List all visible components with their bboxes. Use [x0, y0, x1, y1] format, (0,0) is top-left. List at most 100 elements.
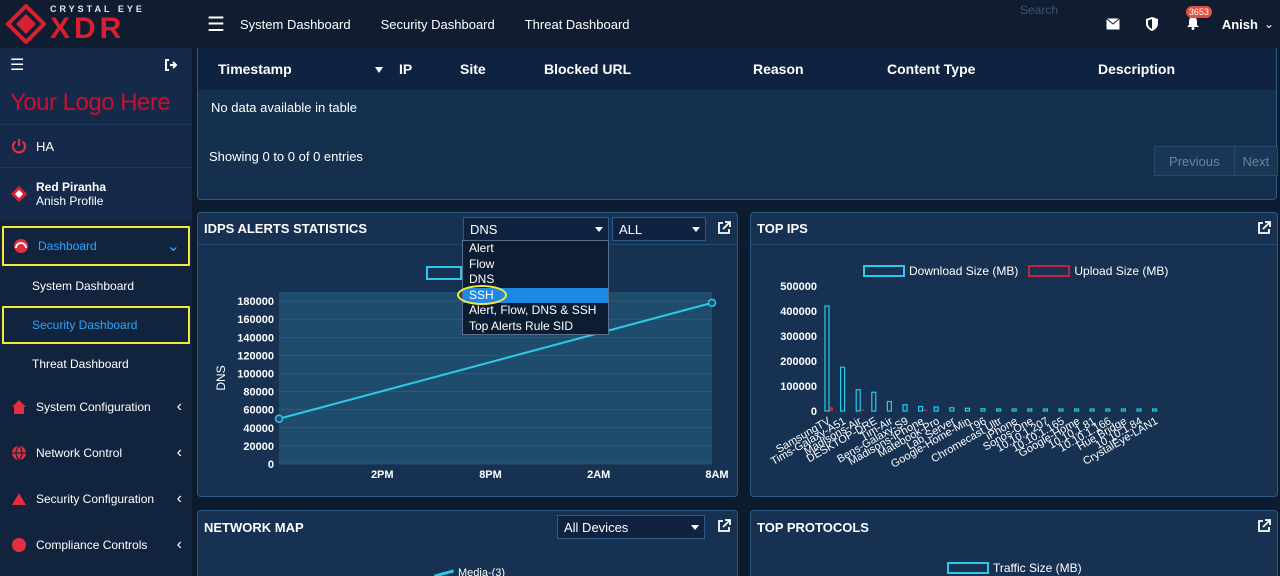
option-top-alerts-rule-sid[interactable]: Top Alerts Rule SID [463, 319, 608, 335]
user-name[interactable]: Anish [1222, 17, 1258, 32]
sidebar-tools: ☰ [0, 48, 192, 82]
download-bar [902, 404, 908, 412]
panel-title: NETWORK MAP [204, 519, 304, 535]
download-bar [871, 391, 877, 412]
alert-type-dropdown: Alert Flow DNS SSH Alert, Flow, DNS & SS… [457, 240, 609, 335]
column-header-timestamp[interactable]: Timestamp [218, 61, 292, 77]
download-bar [1027, 408, 1033, 412]
x-tick-label: 8AM [705, 469, 728, 481]
sidebar-item-dashboard[interactable]: Dashboard ⌄ [2, 226, 190, 266]
globe-icon [10, 444, 28, 462]
external-link-icon[interactable] [717, 221, 731, 235]
sidebar-item-network-control[interactable]: Network Control ‹ [0, 430, 192, 476]
option-flow[interactable]: Flow [463, 257, 608, 273]
y-tick-label: 140000 [237, 332, 274, 344]
sidebar-subitem-system-dashboard[interactable]: System Dashboard [0, 266, 192, 306]
external-link-icon[interactable] [717, 519, 731, 533]
top-right-tools: 3653 Anish ⌄ [1105, 0, 1274, 48]
y-tick-label: 160000 [237, 314, 274, 326]
y-tick-label: 180000 [237, 296, 274, 308]
download-bar [980, 408, 986, 412]
column-header-content-type[interactable]: Content Type [887, 61, 975, 77]
download-bar [1152, 408, 1158, 412]
bell-icon [1186, 16, 1199, 30]
top-protocols-legend: Traffic Size (MB) [947, 561, 1082, 575]
tab-security-dashboard[interactable]: Security Dashboard [381, 17, 495, 32]
column-header-description[interactable]: Description [1098, 61, 1175, 77]
sidebar-item-system-configuration[interactable]: System Configuration ‹ [0, 384, 192, 430]
scope-value: ALL [619, 221, 643, 237]
download-bar [824, 305, 830, 412]
brand-main-text: XDR [50, 12, 126, 45]
legend-swatch-traffic [947, 562, 989, 574]
devices-select[interactable]: All Devices [557, 515, 705, 539]
upload-bar [923, 409, 927, 411]
dashboard-gauge-icon [12, 237, 30, 255]
sidebar-item-label: Compliance Controls [36, 538, 148, 552]
download-bar [1120, 408, 1126, 412]
y-tick-label: 0 [811, 406, 817, 418]
sidebar-subitem-threat-dashboard[interactable]: Threat Dashboard [0, 344, 192, 384]
devices-select-value: All Devices [564, 519, 629, 535]
panel-title: IDPS ALERTS STATISTICS [204, 221, 367, 236]
top-navbar: ☰ System Dashboard Security Dashboard Th… [192, 0, 1280, 48]
mail-icon[interactable] [1105, 18, 1120, 30]
column-header-site[interactable]: Site [460, 61, 486, 77]
pagination: Previous Next [1154, 146, 1278, 176]
y-tick-label: 80000 [243, 387, 274, 399]
tab-threat-dashboard[interactable]: Threat Dashboard [525, 17, 630, 32]
chevron-down-icon: ⌄ [166, 238, 180, 255]
option-alert-flow-dns-ssh[interactable]: Alert, Flow, DNS & SSH [463, 303, 608, 319]
y-tick-label: 400000 [780, 306, 817, 318]
hamburger-menu-icon[interactable]: ☰ [192, 12, 240, 37]
caret-down-icon [691, 525, 699, 530]
option-alert[interactable]: Alert [463, 241, 608, 257]
column-header-reason[interactable]: Reason [753, 61, 804, 77]
download-bar [1058, 408, 1064, 412]
sidebar-item-security-configuration[interactable]: Security Configuration ‹ [0, 476, 192, 522]
list-icon[interactable]: ☰ [10, 55, 24, 75]
sidebar-item-label: System Configuration [36, 400, 151, 414]
chevron-down-icon[interactable]: ⌄ [1264, 17, 1274, 31]
y-tick-label: 120000 [237, 350, 274, 362]
table-empty-message: No data available in table [211, 100, 357, 115]
chevron-left-icon: ‹ [176, 398, 182, 415]
sidebar-item-compliance-controls[interactable]: Compliance Controls ‹ [0, 522, 192, 568]
legend-label-media: Media-(3) [458, 567, 506, 576]
column-header-ip[interactable]: IP [399, 61, 412, 77]
scope-select[interactable]: ALL [612, 217, 706, 241]
power-icon [10, 137, 28, 155]
x-tick-label: 8PM [479, 469, 502, 481]
external-link-icon[interactable] [1257, 221, 1271, 235]
sidebar-item-label: Dashboard [38, 239, 97, 253]
sidebar-item-label: Threat Dashboard [32, 357, 129, 371]
sidebar-item-label: Security Dashboard [32, 318, 138, 332]
notifications-button[interactable]: 3653 [1185, 5, 1212, 33]
sidebar-item-ha[interactable]: HA [0, 124, 192, 168]
download-bar [839, 366, 846, 412]
alert-type-value: DNS [470, 221, 498, 237]
option-ssh[interactable]: SSH [457, 284, 608, 305]
alert-type-select[interactable]: DNS [463, 217, 609, 241]
profile-card[interactable]: Red Piranha Anish Profile [0, 168, 192, 220]
data-point [274, 414, 284, 423]
logout-icon[interactable] [164, 58, 178, 72]
tab-system-dashboard[interactable]: System Dashboard [240, 17, 351, 32]
previous-page-button[interactable]: Previous [1155, 147, 1235, 175]
sidebar-item-label: HA [36, 138, 55, 154]
next-page-button[interactable]: Next [1235, 147, 1277, 175]
top-protocols-panel: TOP PROTOCOLS Traffic Size (MB) [750, 510, 1278, 576]
download-bar [964, 407, 970, 412]
shield-icon[interactable] [1145, 17, 1158, 31]
sidebar-subitem-security-dashboard[interactable]: Security Dashboard [2, 306, 190, 344]
external-link-icon[interactable] [1257, 519, 1271, 533]
custom-logo: Your Logo Here [0, 82, 192, 124]
column-header-blocked-url[interactable]: Blocked URL [544, 61, 631, 77]
top-protocols-header: TOP PROTOCOLS [751, 511, 1277, 543]
sidebar: CRYSTAL EYE XDR ☰ Your Logo Here HA Red … [0, 0, 192, 576]
brand-logo[interactable]: CRYSTAL EYE XDR [0, 0, 192, 48]
sort-desc-icon[interactable] [375, 67, 383, 73]
sidebar-item-label: Security Configuration [36, 492, 155, 506]
profile-subtitle: Anish Profile [36, 194, 104, 208]
chevron-left-icon: ‹ [176, 490, 182, 507]
